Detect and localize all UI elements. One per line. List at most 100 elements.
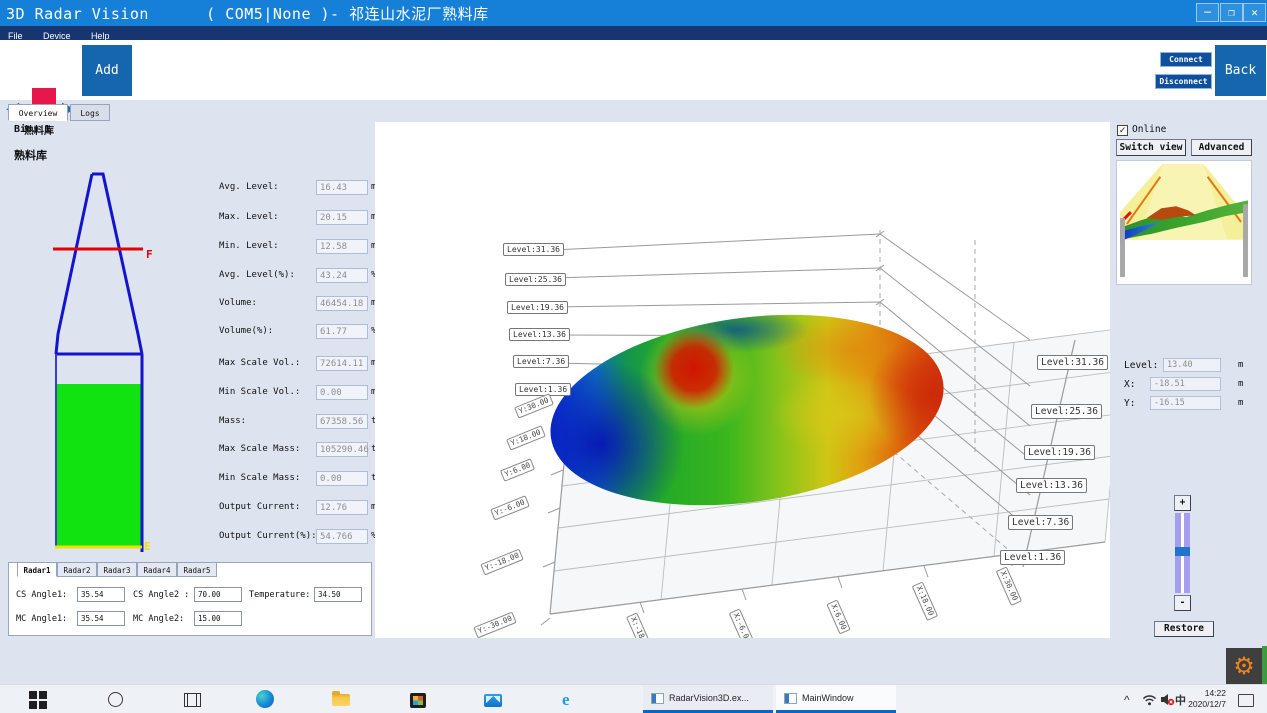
task-view-icon bbox=[184, 693, 201, 707]
minimize-button[interactable]: ─ bbox=[1196, 3, 1219, 22]
tab-radar2[interactable]: Radar2 bbox=[57, 562, 97, 577]
tab-radar3[interactable]: Radar3 bbox=[97, 562, 137, 577]
tab-radar5[interactable]: Radar5 bbox=[177, 562, 217, 577]
metric-value-field: 0.00 bbox=[316, 471, 368, 486]
metric-value-field: 46454.18 bbox=[316, 296, 368, 311]
metric-label: Mass: bbox=[219, 416, 246, 426]
side-x-label: X: bbox=[1124, 379, 1135, 390]
task-radarvision[interactable]: RadarVision3D.ex... bbox=[643, 685, 773, 713]
cs-angle1-label: CS Angle1: bbox=[16, 590, 67, 600]
start-button[interactable] bbox=[28, 690, 48, 710]
bin-name-label: 熟料库 bbox=[14, 147, 47, 163]
mc-angle2-field[interactable]: 15.00 bbox=[194, 611, 242, 626]
metric-label: Max Scale Vol.: bbox=[219, 358, 300, 368]
metric-label: Avg. Level(%): bbox=[219, 270, 295, 280]
notification-center-icon[interactable] bbox=[1238, 694, 1254, 707]
task-view-button[interactable] bbox=[182, 690, 202, 710]
metric-label: Avg. Level: bbox=[219, 182, 279, 192]
task-label: MainWindow bbox=[802, 693, 854, 703]
metric-row: Mass:67358.56ton bbox=[0, 414, 375, 430]
mc-angle1-field[interactable]: 35.54 bbox=[77, 611, 125, 626]
metric-row: Volume:46454.18m^3 bbox=[0, 296, 375, 312]
settings-widget[interactable]: ⚙ bbox=[1226, 648, 1262, 684]
metric-label: Min Scale Mass: bbox=[219, 473, 300, 483]
side-y-unit: m bbox=[1238, 398, 1243, 408]
side-level-unit: m bbox=[1238, 360, 1243, 370]
menu-bar: File Device Help bbox=[0, 26, 1267, 40]
metric-row: Volume(%):61.77% bbox=[0, 324, 375, 340]
switch-view-button[interactable]: Switch view bbox=[1116, 139, 1186, 156]
app-window: 3D Radar Vision ( COM5|None )- 祁连山水泥厂熟料库… bbox=[0, 0, 1267, 713]
side-y-label: Y: bbox=[1124, 398, 1135, 409]
metric-value-field: 16.43 bbox=[316, 180, 368, 195]
gear-icon: ⚙ bbox=[1233, 652, 1255, 680]
cross-section-preview[interactable] bbox=[1116, 160, 1252, 285]
level-axis-label: Level:13.36 bbox=[1016, 478, 1087, 493]
metric-row: Output Current:12.76mA bbox=[0, 500, 375, 516]
metric-value-field: 0.00 bbox=[316, 385, 368, 400]
restore-view-button[interactable]: Restore bbox=[1154, 621, 1214, 637]
volume-muted-icon[interactable] bbox=[1160, 693, 1175, 706]
back-button[interactable]: Back bbox=[1215, 45, 1266, 96]
metric-value-field: 12.58 bbox=[316, 239, 368, 254]
advanced-button[interactable]: Advanced bbox=[1191, 139, 1252, 156]
cs-angle1-field[interactable]: 35.54 bbox=[77, 587, 125, 602]
metric-label: Output Current: bbox=[219, 502, 300, 512]
level-axis-label: Level:19.36 bbox=[1024, 445, 1095, 460]
tray-expand-icon[interactable]: ^ bbox=[1124, 693, 1130, 707]
ie-browser-button[interactable]: e bbox=[562, 690, 582, 710]
close-button[interactable]: ✕ bbox=[1243, 3, 1266, 22]
mail-button[interactable] bbox=[484, 690, 504, 710]
edge-browser-button[interactable] bbox=[256, 690, 276, 710]
search-button[interactable] bbox=[106, 690, 126, 710]
zoom-in-button[interactable]: + bbox=[1174, 495, 1191, 511]
metric-row: Avg. Level:16.43m bbox=[0, 180, 375, 196]
mc-angle1-label: MC Angle1: bbox=[16, 614, 67, 624]
app-window-icon bbox=[651, 693, 664, 704]
search-icon bbox=[108, 692, 123, 707]
side-x-unit: m bbox=[1238, 379, 1243, 389]
zoom-out-button[interactable]: - bbox=[1174, 595, 1191, 611]
level-axis-label: Level:25.36 bbox=[505, 273, 566, 286]
toolbar: ◀ 熟料库 ▶ Add Connect Disconnect Back bbox=[0, 40, 1267, 100]
taskbar: e RadarVision3D.ex... MainWindow ^ 中 14:… bbox=[0, 684, 1267, 713]
silo-wall bbox=[1243, 204, 1248, 277]
side-x-field: -18.51 bbox=[1150, 377, 1221, 391]
radar-panel: Radar1 Radar2 Radar3 Radar4 Radar5 CS An… bbox=[8, 562, 372, 636]
metric-label: Min. Level: bbox=[219, 241, 279, 251]
tab-radar1[interactable]: Radar1 bbox=[17, 562, 57, 577]
metric-label: Volume(%): bbox=[219, 326, 273, 336]
level-axis-label: Level:1.36 bbox=[1000, 550, 1065, 565]
disconnect-button[interactable]: Disconnect bbox=[1155, 74, 1212, 89]
connect-button[interactable]: Connect bbox=[1160, 52, 1212, 67]
task-label: RadarVision3D.ex... bbox=[669, 693, 749, 703]
metric-value-field: 54.766 bbox=[316, 529, 368, 544]
online-checkbox[interactable]: ✓ bbox=[1117, 125, 1128, 136]
level-axis-label: Level:7.36 bbox=[1008, 515, 1073, 530]
store-button[interactable] bbox=[408, 690, 428, 710]
file-explorer-button[interactable] bbox=[332, 690, 352, 710]
add-button[interactable]: Add bbox=[82, 45, 132, 96]
level-axis-label: Level:31.36 bbox=[1037, 355, 1108, 370]
tab-logs[interactable]: Logs bbox=[70, 104, 110, 121]
tray-date: 2020/12/7 bbox=[1182, 699, 1226, 710]
zoom-slider-handle[interactable] bbox=[1175, 547, 1190, 556]
wifi-icon[interactable] bbox=[1142, 694, 1157, 706]
metric-value-field: 105290.46 bbox=[316, 442, 368, 457]
window-title: 3D Radar Vision ( COM5|None )- 祁连山水泥厂熟料库 bbox=[6, 3, 489, 24]
tab-overview[interactable]: Overview bbox=[8, 104, 68, 121]
metric-value-field: 43.24 bbox=[316, 268, 368, 283]
side-level-label: Level: bbox=[1124, 360, 1158, 371]
temperature-field[interactable]: 34.50 bbox=[314, 587, 362, 602]
ie-icon: e bbox=[562, 690, 582, 710]
surface-plot[interactable]: Level:31.36 Level:25.36 Level:19.36 Leve… bbox=[375, 122, 1110, 638]
tab-radar4[interactable]: Radar4 bbox=[137, 562, 177, 577]
task-mainwindow[interactable]: MainWindow bbox=[776, 685, 896, 713]
cs-angle2-field[interactable]: 70.00 bbox=[194, 587, 242, 602]
clock[interactable]: 14:22 2020/12/7 bbox=[1182, 688, 1226, 710]
metric-row: Min Scale Vol.:0.00m^3 bbox=[0, 385, 375, 401]
folder-icon bbox=[332, 694, 350, 706]
metric-row: Min Scale Mass:0.00ton bbox=[0, 471, 375, 487]
metric-label: Min Scale Vol.: bbox=[219, 387, 300, 397]
restore-button[interactable]: ❐ bbox=[1220, 3, 1243, 22]
